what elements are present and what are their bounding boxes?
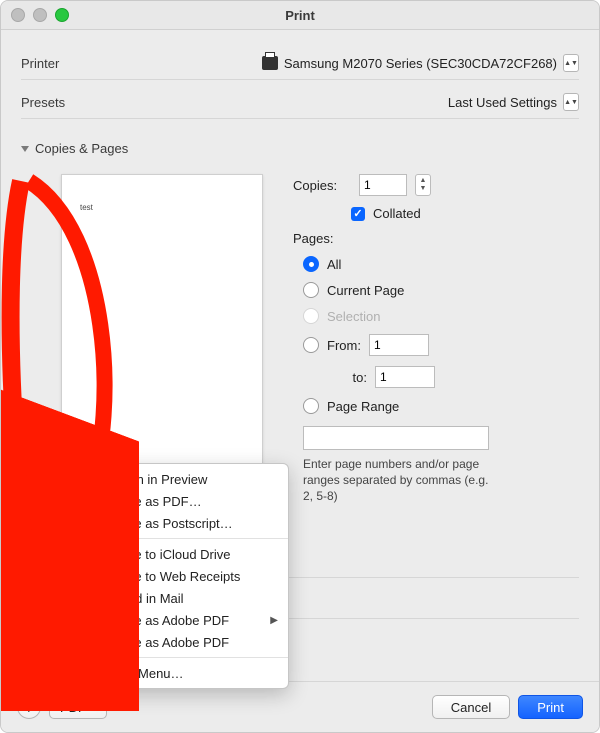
menu-save-as-adobe-pdf-2[interactable]: Save as Adobe PDF — [98, 631, 288, 653]
disclosure-down-icon — [21, 146, 29, 152]
printer-icon — [262, 56, 278, 70]
pdf-label: PDF — [60, 700, 86, 715]
microsoft-section-title: Microsoft — [33, 586, 86, 601]
pages-current-row[interactable]: Current Page — [303, 282, 579, 298]
pages-from-label: From: — [327, 338, 361, 353]
pdf-dropdown-menu: Open in Preview Save as PDF… Save as Pos… — [97, 463, 289, 689]
presets-value: Last Used Settings — [448, 95, 557, 110]
copies-stepper[interactable]: ▲▼ — [415, 174, 431, 196]
presets-popup[interactable]: Last Used Settings ▲▼ — [141, 93, 579, 111]
pages-all-radio[interactable] — [303, 256, 319, 272]
collated-row[interactable]: ✓ Collated — [351, 206, 579, 221]
pages-from-input[interactable] — [369, 334, 429, 356]
pdf-menu-button[interactable]: PDF ⌄ — [49, 695, 107, 719]
print-dialog-window: Print Printer Samsung M2070 Series (SEC3… — [0, 0, 600, 733]
printer-value: Samsung M2070 Series (SEC30CDA72CF268) — [284, 56, 557, 71]
collated-label: Collated — [373, 206, 421, 221]
menu-save-as-postscript[interactable]: Save as Postscript… — [98, 512, 288, 534]
prev-page-button[interactable]: ◀◀ — [61, 485, 100, 507]
menu-save-to-web-receipts[interactable]: Save to Web Receipts — [98, 565, 288, 587]
copies-pages-title: Copies & Pages — [35, 141, 128, 156]
updown-arrows-icon: ▲▼ — [563, 93, 579, 111]
copies-pages-header[interactable]: Copies & Pages — [21, 141, 579, 156]
copies-label: Copies: — [293, 178, 351, 193]
pages-range-input[interactable] — [303, 426, 489, 450]
disclosure-right-icon — [21, 589, 27, 597]
menu-open-in-preview[interactable]: Open in Preview — [98, 468, 288, 490]
collated-checkbox[interactable]: ✓ — [351, 207, 365, 221]
pages-current-radio[interactable] — [303, 282, 319, 298]
printer-row: Printer Samsung M2070 Series (SEC30CDA72… — [21, 47, 579, 80]
pages-range-row[interactable]: Page Range — [303, 398, 579, 414]
copies-input[interactable] — [359, 174, 407, 196]
updown-arrows-icon: ▲▼ — [563, 54, 579, 72]
pages-from-row[interactable]: From: — [303, 334, 579, 356]
menu-save-to-icloud[interactable]: Save to iCloud Drive — [98, 543, 288, 565]
pages-range-radio[interactable] — [303, 398, 319, 414]
preview-sample-text: test — [80, 203, 93, 212]
dialog-content: Printer Samsung M2070 Series (SEC30CDA72… — [1, 29, 599, 732]
pages-selection-radio — [303, 308, 319, 324]
pages-from-radio[interactable] — [303, 337, 319, 353]
chevron-down-icon: ⌄ — [92, 702, 100, 713]
pages-all-label: All — [327, 257, 341, 272]
pages-label-row: Pages: — [293, 231, 579, 246]
pages-selection-label: Selection — [327, 309, 380, 324]
presets-row: Presets Last Used Settings ▲▼ — [21, 86, 579, 119]
options-column: Copies: ▲▼ ✓ Collated Pages: All C — [293, 174, 579, 537]
help-button[interactable]: ? — [17, 695, 41, 719]
pages-to-label: to: — [343, 370, 367, 385]
menu-send-in-mail[interactable]: Send in Mail — [98, 587, 288, 609]
print-button[interactable]: Print — [518, 695, 583, 719]
pages-current-label: Current Page — [327, 283, 404, 298]
pages-range-hint: Enter page numbers and/or page ranges se… — [303, 456, 493, 504]
pages-range-label: Page Range — [327, 399, 399, 414]
menu-edit-menu[interactable]: Edit Menu… — [98, 662, 288, 684]
titlebar: Print — [1, 1, 599, 30]
presets-label: Presets — [21, 95, 141, 110]
menu-save-as-pdf[interactable]: Save as PDF… — [98, 490, 288, 512]
cancel-button[interactable]: Cancel — [432, 695, 510, 719]
dialog-footer: ? PDF ⌄ Cancel Print — [1, 681, 599, 732]
menu-save-as-adobe-pdf-1[interactable]: Save as Adobe PDF ▶ — [98, 609, 288, 631]
pages-all-row[interactable]: All — [303, 256, 579, 272]
printer-label: Printer — [21, 56, 141, 71]
pages-to-input[interactable] — [375, 366, 435, 388]
copies-row: Copies: ▲▼ — [293, 174, 579, 196]
window-title: Print — [1, 8, 599, 23]
page-preview: test — [61, 174, 263, 466]
pages-selection-row: Selection — [303, 308, 579, 324]
pages-label: Pages: — [293, 231, 351, 246]
printer-popup[interactable]: Samsung M2070 Series (SEC30CDA72CF268) ▲… — [141, 54, 579, 72]
submenu-arrow-icon: ▶ — [270, 615, 278, 626]
pages-to-row: to: — [343, 366, 579, 388]
